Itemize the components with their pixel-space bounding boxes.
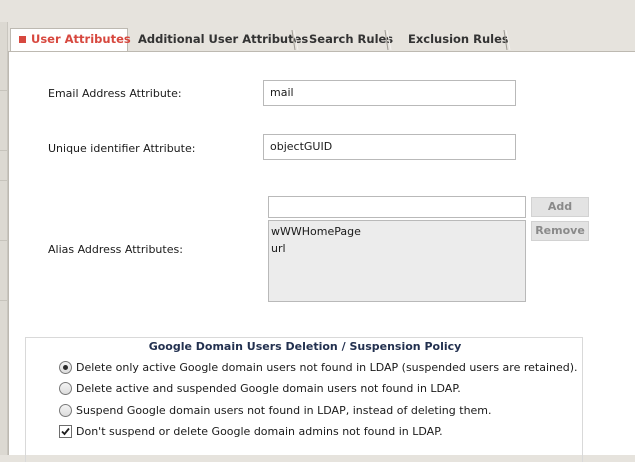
policy-title: Google Domain Users Deletion / Suspensio… [148, 340, 462, 353]
active-tab-marker-icon [19, 36, 26, 43]
gutter-divider [0, 90, 7, 91]
tab-separator-icon [291, 30, 299, 50]
list-item[interactable]: url [271, 240, 523, 257]
option-label: Delete active and suspended Google domai… [76, 382, 461, 395]
gutter-divider [0, 150, 7, 151]
unique-identifier-field[interactable]: objectGUID [263, 134, 516, 160]
alias-attributes-list[interactable]: wWWHomePage url [268, 220, 526, 302]
tab-additional-user-attributes[interactable]: Additional User Attributes [130, 28, 308, 50]
option-label: Suspend Google domain users not found in… [76, 404, 492, 417]
tab-separator-icon [503, 30, 511, 50]
tab-label: Search Rules [309, 32, 394, 46]
tab-label: User Attributes [31, 32, 131, 46]
email-attribute-field[interactable]: mail [263, 80, 516, 106]
radio-button[interactable] [59, 404, 72, 417]
tab-label: Exclusion Rules [408, 32, 509, 46]
option-label: Don't suspend or delete Google domain ad… [76, 425, 443, 438]
tab-search-rules[interactable]: Search Rules [301, 28, 393, 50]
tab-separator-icon [384, 30, 392, 50]
email-attribute-label: Email Address Attribute: [48, 87, 182, 100]
tab-exclusion-rules[interactable]: Exclusion Rules [400, 28, 511, 50]
remove-alias-button[interactable]: Remove [531, 221, 589, 241]
user-attributes-panel: Email Address Attribute: mail Unique ide… [8, 51, 635, 462]
left-gutter [0, 22, 8, 455]
window-top-strip [0, 0, 635, 22]
unique-identifier-label: Unique identifier Attribute: [48, 142, 196, 155]
list-item[interactable]: wWWHomePage [271, 223, 523, 240]
alias-attribute-input[interactable] [268, 196, 526, 218]
add-alias-button[interactable]: Add [531, 197, 589, 217]
radio-button-selected[interactable] [59, 361, 72, 374]
checkmark-icon [61, 427, 70, 436]
checkbox-checked[interactable] [59, 425, 72, 438]
deletion-policy-group: Google Domain Users Deletion / Suspensio… [25, 337, 583, 462]
tab-bar: User Attributes Additional User Attribut… [8, 28, 635, 52]
alias-attributes-label: Alias Address Attributes: [48, 243, 183, 256]
gutter-divider [0, 240, 7, 241]
tab-label: Additional User Attributes [138, 32, 309, 46]
radio-button[interactable] [59, 382, 72, 395]
gutter-divider [0, 300, 7, 301]
option-label: Delete only active Google domain users n… [76, 361, 578, 374]
tab-user-attributes[interactable]: User Attributes [10, 28, 131, 52]
gutter-divider [0, 180, 7, 181]
